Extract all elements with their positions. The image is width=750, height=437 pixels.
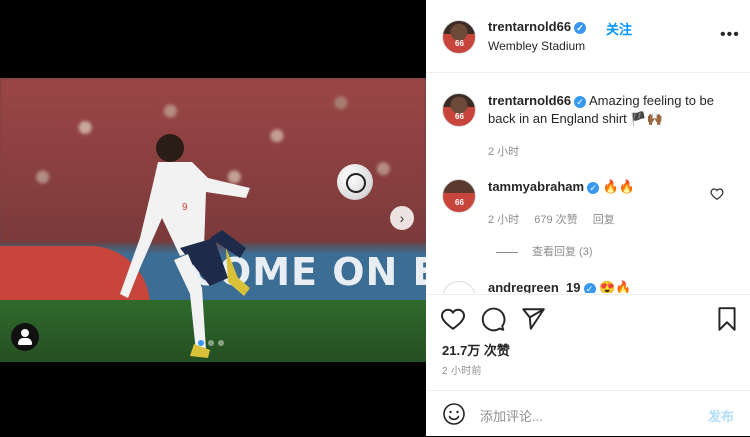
comment-avatar[interactable]	[442, 179, 476, 213]
post-comment-button[interactable]: 发布	[708, 406, 734, 425]
verified-badge-icon: ✓	[587, 181, 600, 194]
verified-badge-icon: ✓	[574, 21, 587, 34]
share-send-icon[interactable]	[520, 306, 546, 332]
more-options-icon[interactable]: •••	[720, 26, 740, 44]
verified-badge-icon: ✓	[574, 95, 587, 108]
comment: andregreen_19 ✓ 😍🔥	[488, 279, 708, 293]
location-link[interactable]: Wembley Stadium	[488, 39, 585, 53]
follow-button[interactable]: 关注	[606, 19, 632, 38]
comment-username[interactable]: tammyabraham	[488, 179, 584, 194]
comment: tammyabraham ✓ 🔥🔥	[488, 178, 708, 196]
comment-username[interactable]: andregreen_19	[488, 280, 581, 293]
comment-time: 2 小时	[488, 214, 520, 226]
soccer-ball	[337, 164, 373, 200]
emoji-icon[interactable]	[442, 402, 466, 426]
reply-button[interactable]: 回复	[593, 214, 615, 226]
caption: trentarnold66 ✓ Amazing feeling to be bac…	[488, 92, 738, 128]
verified-badge-icon: ✓	[583, 282, 596, 293]
author-username-text[interactable]: trentarnold66	[488, 19, 571, 34]
like-count[interactable]: 21.7万 次赞	[442, 340, 510, 359]
author-username[interactable]: trentarnold66 ✓	[488, 19, 587, 34]
media-pane: COME ON ENG 9 ›	[0, 0, 426, 436]
author-avatar[interactable]	[442, 20, 476, 54]
comment-avatar[interactable]	[442, 281, 476, 293]
comment-text: 😍🔥	[599, 280, 632, 293]
view-replies-label[interactable]: 查看回复 (3)	[532, 246, 593, 258]
view-replies-button[interactable]: 查看回复 (3)	[496, 243, 593, 259]
carousel-dot-active	[198, 340, 204, 346]
comment-composer: 添加评论... 发布	[426, 390, 750, 437]
comment-bubble-icon[interactable]	[480, 306, 506, 332]
post-time: 2 小时前	[442, 366, 482, 377]
save-bookmark-icon[interactable]	[714, 306, 740, 332]
post-photo[interactable]: COME ON ENG 9	[0, 78, 426, 362]
comments-list: trentarnold66✓ Amazing feeling to be bac…	[426, 73, 750, 293]
caption-time: 2 小时	[488, 146, 520, 158]
like-heart-icon[interactable]	[440, 306, 466, 332]
carousel-dot	[208, 340, 214, 346]
post-panel: trentarnold66✓ 关注 Wembley Stadium ••• tr…	[426, 0, 750, 436]
user-tag-icon[interactable]	[11, 323, 39, 351]
carousel-dot	[218, 340, 224, 346]
comment-input[interactable]: 添加评论...	[480, 406, 543, 425]
caption-avatar[interactable]	[442, 93, 476, 127]
replies-divider	[496, 251, 518, 253]
instagram-post-viewer: COME ON ENG 9 › t	[0, 0, 750, 436]
comment-text: 🔥🔥	[602, 179, 636, 194]
comment-likes[interactable]: 679 次赞	[534, 214, 577, 226]
carousel-next-button[interactable]: ›	[390, 206, 414, 230]
caption-username[interactable]: trentarnold66	[488, 93, 571, 108]
photo-player: 9	[120, 134, 250, 358]
post-header: trentarnold66✓ 关注 Wembley Stadium •••	[426, 0, 750, 73]
comment-meta: 2 小时 679 次赞 回复	[488, 211, 627, 227]
comment-like-heart-icon[interactable]	[710, 187, 724, 201]
carousel-dots	[198, 340, 224, 346]
svg-text:9: 9	[182, 202, 188, 213]
